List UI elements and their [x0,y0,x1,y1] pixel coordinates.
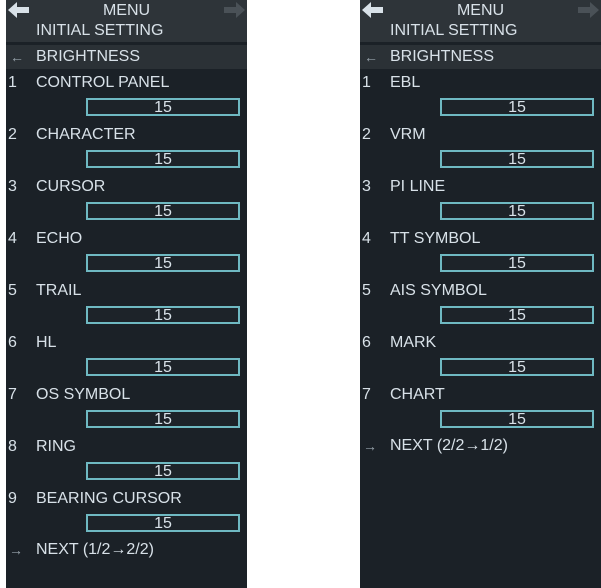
brightness-value-echo[interactable]: 15 [86,254,240,272]
item-number: 4 [362,230,371,247]
right-arrow-icon[interactable] [223,2,245,18]
brightness-value-mark[interactable]: 15 [440,358,594,376]
menu-item-chart[interactable]: 7 CHART [360,381,601,408]
next-page-label: NEXT (2/2→1/2) [390,437,508,454]
item-label: CURSOR [36,178,106,195]
item-number: 3 [362,178,371,195]
brightness-value-ring[interactable]: 15 [86,462,240,480]
item-number: 7 [8,386,17,403]
item-label: TT SYMBOL [390,230,481,247]
next-arrow-icon: → [9,542,23,558]
brightness-value-trail[interactable]: 15 [86,306,240,324]
brightness-value-bearing-cursor[interactable]: 15 [86,514,240,532]
item-label: ECHO [36,230,83,247]
item-label: VRM [390,126,426,143]
item-number: 9 [8,490,17,507]
menu-item-hl[interactable]: 6 HL [6,329,247,356]
item-label: MARK [390,334,437,351]
menu-item-tt-symbol[interactable]: 4 TT SYMBOL [360,225,601,252]
menu-header-title: MENU [102,2,151,19]
menu-item-cursor[interactable]: 3 CURSOR [6,173,247,200]
brightness-value-pi-line[interactable]: 15 [440,202,594,220]
brightness-value-chart[interactable]: 15 [440,410,594,428]
item-label: HL [36,334,57,351]
menu-item-trail[interactable]: 5 TRAIL [6,277,247,304]
menu-item-ais-symbol[interactable]: 5 AIS SYMBOL [360,277,601,304]
item-number: 6 [8,334,17,351]
menu-item-mark[interactable]: 6 MARK [360,329,601,356]
brightness-value-ebl[interactable]: 15 [440,98,594,116]
item-label: BEARING CURSOR [36,490,182,507]
item-label: CONTROL PANEL [36,74,170,91]
next-page-label: NEXT (1/2→2/2) [36,541,154,558]
item-label: TRAIL [36,282,82,299]
menu-item-ebl[interactable]: 1 EBL [360,69,601,96]
item-label: PI LINE [390,178,446,195]
item-number: 5 [8,282,17,299]
brightness-value-cursor[interactable]: 15 [86,202,240,220]
back-arrow-icon[interactable]: ← [364,45,378,69]
item-label: AIS SYMBOL [390,282,487,299]
brightness-value-tt-symbol[interactable]: 15 [440,254,594,272]
item-label: CHART [390,386,445,403]
item-number: 4 [8,230,17,247]
menu-title: INITIAL SETTING [6,20,247,42]
menu-item-ring[interactable]: 8 RING [6,433,247,460]
item-number: 3 [8,178,17,195]
next-arrow-icon: → [363,438,377,454]
item-number: 2 [362,126,371,143]
item-label: OS SYMBOL [36,386,131,403]
item-number: 5 [362,282,371,299]
item-label: EBL [390,74,421,91]
menu-header-title: MENU [456,2,505,19]
breadcrumb[interactable]: ← BRIGHTNESS [360,45,601,69]
menu-item-vrm[interactable]: 2 VRM [360,121,601,148]
breadcrumb[interactable]: ← BRIGHTNESS [6,45,247,69]
next-page-item[interactable]: → NEXT (2/2→1/2) [360,433,601,459]
item-number: 1 [8,74,17,91]
item-label: RING [36,438,76,455]
menu-item-list: 1 EBL 15 2 VRM 15 3 PI LINE 15 4 TT SYMB… [360,69,601,433]
menu-item-list: 1 CONTROL PANEL 15 2 CHARACTER 15 3 CURS… [6,69,247,537]
item-number: 2 [8,126,17,143]
item-number: 6 [362,334,371,351]
brightness-value-vrm[interactable]: 15 [440,150,594,168]
menu-header: MENU [6,0,247,20]
menu-item-pi-line[interactable]: 3 PI LINE [360,173,601,200]
back-arrow-icon[interactable]: ← [10,45,24,69]
item-label: CHARACTER [36,126,136,143]
menu-title: INITIAL SETTING [360,20,601,42]
item-number: 1 [362,74,371,91]
brightness-value-ais-symbol[interactable]: 15 [440,306,594,324]
brightness-value-os-symbol[interactable]: 15 [86,410,240,428]
breadcrumb-label: BRIGHTNESS [390,48,495,65]
menu-panel-page-1: MENU INITIAL SETTING ← BRIGHTNESS 1 CONT… [6,0,247,588]
menu-panel-page-2: MENU INITIAL SETTING ← BRIGHTNESS 1 EBL … [360,0,601,588]
menu-header: MENU [360,0,601,20]
brightness-value-character[interactable]: 15 [86,150,240,168]
menu-item-control-panel[interactable]: 1 CONTROL PANEL [6,69,247,96]
breadcrumb-label: BRIGHTNESS [36,48,141,65]
brightness-value-control-panel[interactable]: 15 [86,98,240,116]
item-number: 8 [8,438,17,455]
next-page-item[interactable]: → NEXT (1/2→2/2) [6,537,247,563]
brightness-value-hl[interactable]: 15 [86,358,240,376]
menu-item-echo[interactable]: 4 ECHO [6,225,247,252]
right-arrow-icon[interactable] [577,2,599,18]
menu-item-os-symbol[interactable]: 7 OS SYMBOL [6,381,247,408]
menu-item-bearing-cursor[interactable]: 9 BEARING CURSOR [6,485,247,512]
item-number: 7 [362,386,371,403]
menu-item-character[interactable]: 2 CHARACTER [6,121,247,148]
